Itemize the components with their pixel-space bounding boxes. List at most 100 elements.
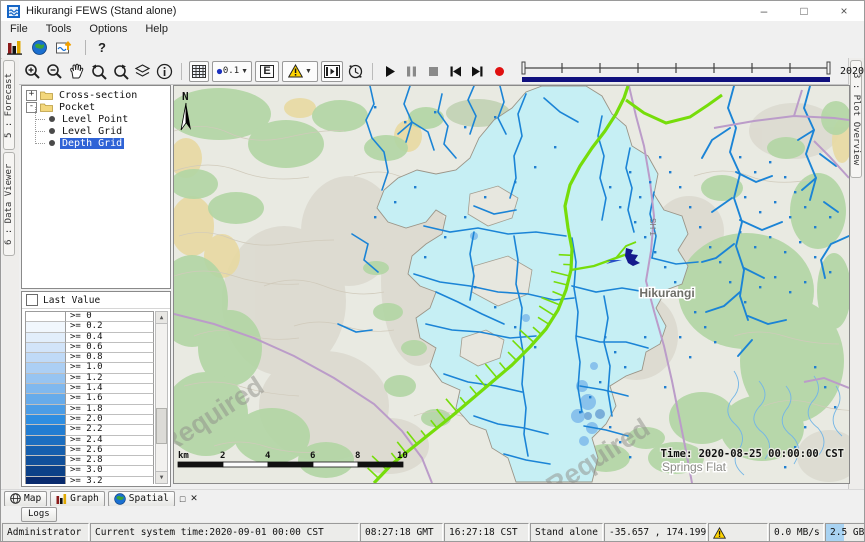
logs-panel-icon[interactable] xyxy=(7,40,23,55)
scale-unit: km xyxy=(178,451,189,461)
menu-file[interactable]: File xyxy=(1,23,37,35)
status-local-time: 16:27:18 CST xyxy=(444,523,529,542)
status-memory: 2.5 GB xyxy=(825,523,865,542)
tree-item-label[interactable]: Level Grid xyxy=(60,126,124,137)
zoom-out-icon[interactable] xyxy=(45,62,64,81)
panel-close-icon[interactable]: ✕ xyxy=(190,493,198,504)
status-gmt-time: 08:27:18 GMT xyxy=(360,523,443,542)
label-E: E xyxy=(260,65,273,78)
timeline-slider[interactable] xyxy=(520,60,832,83)
legend-scrollbar[interactable]: ▲ ▼ xyxy=(155,311,168,484)
tab-spatial-label: Spatial xyxy=(129,493,169,504)
svg-text:10: 10 xyxy=(397,451,408,461)
pan-hand-icon[interactable] xyxy=(67,62,86,81)
legend-swatch xyxy=(26,353,66,363)
legend-swatch xyxy=(26,415,66,425)
scroll-down-icon[interactable]: ▼ xyxy=(156,471,167,483)
timeline-date: 2020-08-25 00:00:00 CST xyxy=(840,66,865,77)
pause-icon[interactable] xyxy=(402,62,421,81)
zoom-in-icon[interactable] xyxy=(23,62,42,81)
record-icon[interactable] xyxy=(490,62,509,81)
warnings-dropdown[interactable]: ▼ xyxy=(282,61,318,82)
tab-graph-label: Graph xyxy=(70,493,99,504)
tree-item-label[interactable]: Pocket xyxy=(57,102,97,113)
layers-icon[interactable] xyxy=(133,62,152,81)
label-toggle-button[interactable]: E xyxy=(255,61,279,82)
zoom-next-icon[interactable] xyxy=(111,62,130,81)
legend-swatch xyxy=(26,384,66,394)
tab-spatial[interactable]: Spatial xyxy=(108,491,175,507)
display-tab-bar: Map Graph Spatial □ ✕ xyxy=(1,489,865,507)
panel-restore-icon[interactable]: □ xyxy=(180,494,185,504)
svg-text:4: 4 xyxy=(265,451,271,461)
info-icon[interactable] xyxy=(155,62,174,81)
tab-graph[interactable]: Graph xyxy=(50,491,105,507)
tab-data-viewer[interactable]: 6 : Data Viewer xyxy=(3,152,15,256)
tab-map[interactable]: Map xyxy=(4,491,47,507)
legend-swatch xyxy=(26,436,66,446)
map-toolbar: 0.1 ▼ E ▼ xyxy=(19,58,848,85)
left-tab-strip: 5 : Forecast 6 : Data Viewer xyxy=(2,58,20,489)
status-system-time: Current system time:2020-09-01 00:00 CST xyxy=(90,523,359,542)
map-display-icon[interactable] xyxy=(32,40,47,55)
skip-to-start-icon[interactable] xyxy=(446,62,465,81)
menu-help[interactable]: Help xyxy=(136,23,177,35)
stop-icon[interactable] xyxy=(424,62,443,81)
grid-display-button[interactable] xyxy=(189,61,209,82)
zoom-previous-icon[interactable] xyxy=(89,62,108,81)
legend-swatch xyxy=(26,322,66,332)
legend-swatch xyxy=(26,446,66,456)
svg-text:6: 6 xyxy=(310,451,315,461)
menu-options[interactable]: Options xyxy=(80,23,136,35)
legend-swatch xyxy=(26,477,66,484)
expand-toggle-icon[interactable]: + xyxy=(26,90,37,101)
title-bar: Hikurangi FEWS (Stand alone) – □ × xyxy=(1,1,864,22)
logs-row: Logs xyxy=(1,506,865,522)
legend-swatch xyxy=(26,394,66,404)
tree-item-label-selected[interactable]: Depth Grid xyxy=(60,138,124,149)
tree-item-label[interactable]: Cross-section xyxy=(57,90,139,101)
maximize-button[interactable]: □ xyxy=(784,1,824,21)
legend-panel: Last Value >= 0 >= 0.2 >= 0.4 >= 0.6 >= … xyxy=(21,291,171,487)
tree-item-depth-grid[interactable]: Depth Grid xyxy=(22,137,170,149)
contour-interval-dropdown[interactable]: 0.1 ▼ xyxy=(212,61,252,82)
skip-to-end-icon[interactable] xyxy=(468,62,487,81)
last-value-checkbox[interactable] xyxy=(26,294,38,306)
interval-value: 0.1 xyxy=(223,66,239,76)
animation-display-button[interactable] xyxy=(321,61,343,82)
status-mode: Stand alone xyxy=(530,523,603,542)
node-bullet-icon xyxy=(49,128,55,134)
tab-map-label: Map xyxy=(24,493,41,504)
close-button[interactable]: × xyxy=(824,1,864,21)
warning-icon xyxy=(713,527,726,539)
minimize-button[interactable]: – xyxy=(744,1,784,21)
town-label: Hikurangi xyxy=(639,286,694,300)
scrollbar-thumb[interactable] xyxy=(156,408,167,444)
toolbar-separator xyxy=(372,63,373,80)
spatial-display-icon[interactable] xyxy=(56,40,73,56)
timeline-range-bar[interactable] xyxy=(522,77,830,82)
tree-item-cross-section[interactable]: + Cross-section xyxy=(22,89,170,101)
logs-button[interactable]: Logs xyxy=(21,507,57,522)
tab-plot-overview[interactable]: 3 : Plot Overview xyxy=(850,60,862,178)
status-bar: Administrator Current system time:2020-0… xyxy=(1,522,865,542)
play-icon[interactable] xyxy=(380,62,399,81)
legend-swatch xyxy=(26,333,66,343)
scroll-up-icon[interactable]: ▲ xyxy=(156,312,167,324)
map-canvas[interactable]: API Key Required API Key Required SH 1 H… xyxy=(174,86,849,483)
data-viewer-panel: + Cross-section - Pocket Level Point Lev… xyxy=(19,85,173,489)
tree-item-label[interactable]: Level Point xyxy=(60,114,130,125)
animation-settings-icon[interactable] xyxy=(346,62,365,81)
help-button[interactable]: ? xyxy=(98,40,106,55)
tab-forecast[interactable]: 5 : Forecast xyxy=(3,60,15,150)
legend-swatch xyxy=(26,466,66,476)
globe-wireframe-icon xyxy=(10,493,21,504)
toolbar-separator xyxy=(181,63,182,80)
status-alerts[interactable] xyxy=(708,523,768,542)
legend-swatch xyxy=(26,312,66,322)
menu-bar: File Tools Options Help xyxy=(1,21,864,37)
legend-swatch xyxy=(26,405,66,415)
map-time-label: Time: 2020-08-25 00:00:00 CST xyxy=(661,448,844,460)
menu-tools[interactable]: Tools xyxy=(37,23,81,35)
map-view[interactable]: API Key Required API Key Required SH 1 H… xyxy=(173,85,850,484)
